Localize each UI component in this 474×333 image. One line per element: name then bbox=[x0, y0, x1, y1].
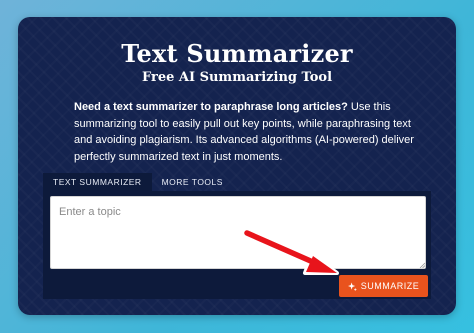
tool-tabs: TEXT SUMMARIZER MORE TOOLS bbox=[43, 173, 233, 191]
summarizer-panel: SUMMARIZE bbox=[43, 191, 431, 299]
summarize-button-label: SUMMARIZE bbox=[360, 281, 420, 291]
description: Need a text summarizer to paraphrase lon… bbox=[74, 99, 414, 165]
topic-input[interactable] bbox=[50, 196, 426, 269]
page-subtitle: Free AI Summarizing Tool bbox=[141, 70, 333, 85]
resize-grip-icon[interactable] bbox=[419, 262, 425, 268]
description-lead: Need a text summarizer to paraphrase lon… bbox=[74, 101, 348, 113]
sparkle-icon bbox=[347, 281, 357, 291]
tab-more-tools[interactable]: MORE TOOLS bbox=[152, 173, 233, 191]
page-title: Text Summarizer bbox=[121, 39, 353, 68]
summarize-button[interactable]: SUMMARIZE bbox=[339, 275, 428, 297]
tab-text-summarizer[interactable]: TEXT SUMMARIZER bbox=[43, 173, 152, 191]
